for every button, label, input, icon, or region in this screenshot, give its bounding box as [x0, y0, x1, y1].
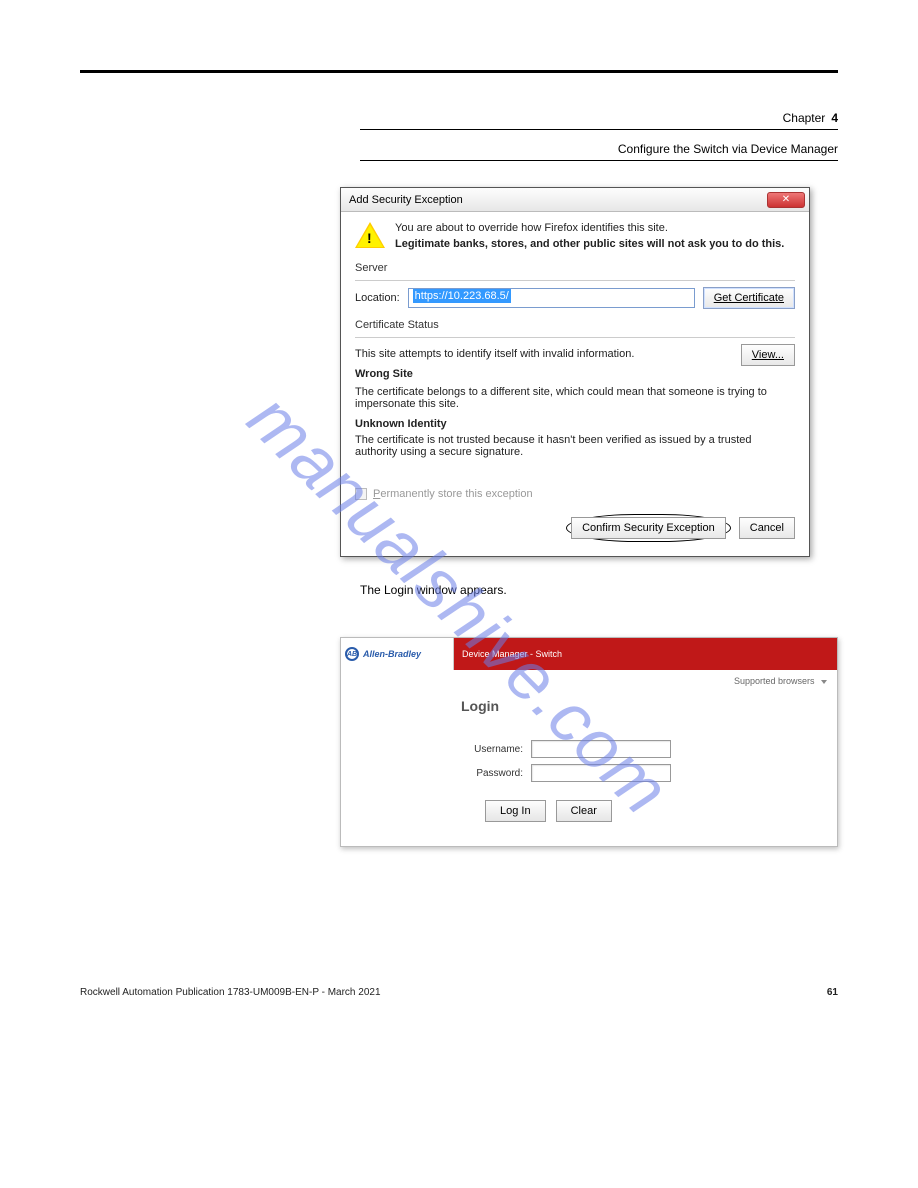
confirm-highlight-oval: Confirm Security Exception [566, 514, 731, 542]
server-label: Server [355, 262, 795, 274]
device-manager-header: Device Manager - Switch [454, 638, 837, 670]
cert-status-label: Certificate Status [355, 319, 795, 331]
section-title: Configure the Switch via Device Manager [80, 142, 838, 156]
brand-text: Allen-Bradley [363, 649, 421, 659]
password-input[interactable] [531, 764, 671, 782]
close-icon[interactable]: ✕ [767, 192, 805, 208]
login-step-text: The Login window appears. [360, 583, 838, 597]
chevron-down-icon [821, 680, 827, 684]
view-button[interactable]: View... [741, 344, 795, 366]
location-label: Location: [355, 292, 400, 304]
perm-store-checkbox [355, 488, 367, 500]
dialog-title: Add Security Exception [349, 194, 767, 206]
unknown-identity-text: The certificate is not trusted because i… [355, 434, 795, 458]
get-certificate-button[interactable]: Get Certificate [703, 287, 795, 309]
password-label: Password: [461, 768, 523, 779]
confirm-security-exception-button[interactable]: Confirm Security Exception [571, 517, 726, 539]
brand-logo-icon: AB [345, 647, 359, 661]
page-number: 61 [827, 987, 838, 998]
warn-line-1: You are about to override how Firefox id… [395, 222, 784, 234]
unknown-identity-heading: Unknown Identity [355, 418, 795, 430]
username-input[interactable] [531, 740, 671, 758]
wrong-site-text: The certificate belongs to a different s… [355, 386, 795, 410]
login-window: AB Allen-Bradley Device Manager - Switch… [340, 637, 838, 847]
login-title: Login [461, 698, 807, 714]
security-exception-dialog: Add Security Exception ✕ ! You are about… [340, 187, 810, 557]
clear-button[interactable]: Clear [556, 800, 612, 822]
warn-line-2: Legitimate banks, stores, and other publ… [395, 238, 784, 250]
footer-publication: Rockwell Automation Publication 1783-UM0… [80, 987, 381, 998]
cancel-button[interactable]: Cancel [739, 517, 795, 539]
location-input[interactable]: https://10.223.68.5/ [408, 288, 695, 308]
brand-block: AB Allen-Bradley [341, 638, 454, 670]
login-button[interactable]: Log In [485, 800, 546, 822]
chapter-label: Chapter [783, 111, 826, 125]
chapter-number: 4 [831, 111, 838, 125]
username-label: Username: [461, 744, 523, 755]
supported-browsers-link[interactable]: Supported browsers [734, 676, 815, 686]
perm-store-label: Permanently store this exception [373, 488, 533, 500]
cert-status-text: This site attempts to identify itself wi… [355, 348, 731, 360]
warning-icon: ! [355, 222, 385, 252]
wrong-site-heading: Wrong Site [355, 368, 731, 380]
